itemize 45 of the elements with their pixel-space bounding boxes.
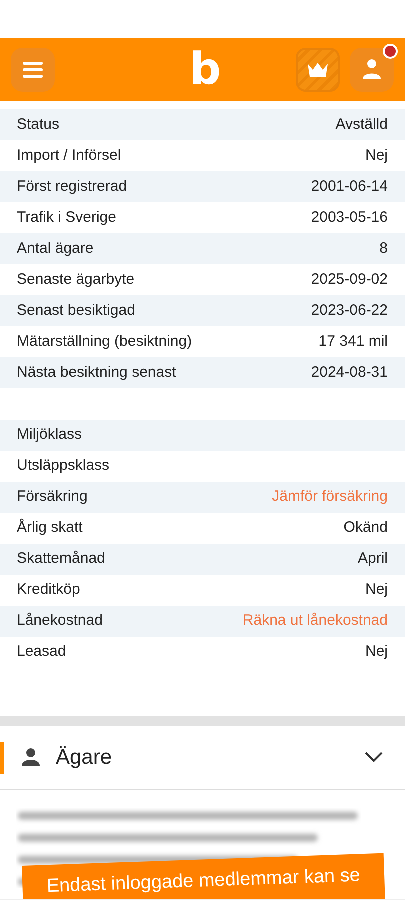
banner-text: Endast inloggade medlemmar kan se bbox=[46, 864, 361, 899]
field-label: Nästa besiktning senast bbox=[17, 362, 176, 383]
field-label: Lånekostnad bbox=[17, 611, 103, 632]
chevron-icon bbox=[365, 752, 383, 762]
field-label: Försäkring bbox=[17, 487, 88, 508]
field-value: 2003-05-16 bbox=[311, 208, 388, 228]
field-value: 2023-06-22 bbox=[311, 300, 388, 321]
field-value: 2024-08-31 bbox=[311, 362, 388, 383]
field-label: Antal ägare bbox=[17, 238, 94, 259]
field-label: Mätarställning (besiktning) bbox=[17, 332, 192, 352]
accent-bar bbox=[0, 742, 4, 774]
field-label: Senast besiktigad bbox=[17, 300, 136, 321]
field-label: Årlig skatt bbox=[17, 518, 83, 538]
crown-button[interactable] bbox=[296, 48, 340, 92]
field-value: Nej bbox=[365, 580, 388, 600]
logo[interactable]: b bbox=[190, 48, 222, 92]
profile-button[interactable] bbox=[350, 48, 394, 92]
field-value: 2001-06-14 bbox=[311, 176, 388, 197]
field-value: Nej bbox=[365, 146, 388, 166]
field-value: Okänd bbox=[344, 518, 388, 538]
field-value: April bbox=[358, 549, 388, 570]
crown-icon bbox=[307, 62, 329, 78]
field-label: Import / Införsel bbox=[17, 146, 122, 166]
value-link[interactable]: Räkna ut lånekostnad bbox=[242, 610, 388, 633]
field-label: Först registrerad bbox=[17, 176, 128, 197]
field-value: Avställd bbox=[336, 114, 388, 135]
menu-icon bbox=[23, 60, 43, 79]
field-value: Nej bbox=[365, 642, 388, 662]
field-label: Utsläppsklass bbox=[17, 456, 110, 476]
field-label: Leasad bbox=[17, 642, 66, 662]
field-label: Status bbox=[17, 114, 60, 135]
field-label: Miljöklass bbox=[17, 425, 82, 446]
field-value: 2025-09-02 bbox=[311, 270, 388, 290]
section-title: Ägare bbox=[56, 744, 112, 771]
field-label: Skattemånad bbox=[17, 549, 106, 570]
field-value: 17 341 mil bbox=[318, 332, 388, 352]
field-value: 8 bbox=[380, 238, 388, 259]
value-link[interactable]: Jämför försäkring bbox=[272, 486, 388, 509]
field-label: Trafik i Sverige bbox=[17, 208, 116, 228]
person-icon bbox=[22, 748, 40, 766]
owner-section-header[interactable]: Ägare bbox=[0, 726, 405, 790]
field-label: Kreditköp bbox=[17, 580, 80, 600]
user-icon bbox=[362, 58, 382, 81]
menu-button[interactable] bbox=[11, 48, 55, 92]
field-label: Senaste ägarbyte bbox=[17, 270, 135, 290]
